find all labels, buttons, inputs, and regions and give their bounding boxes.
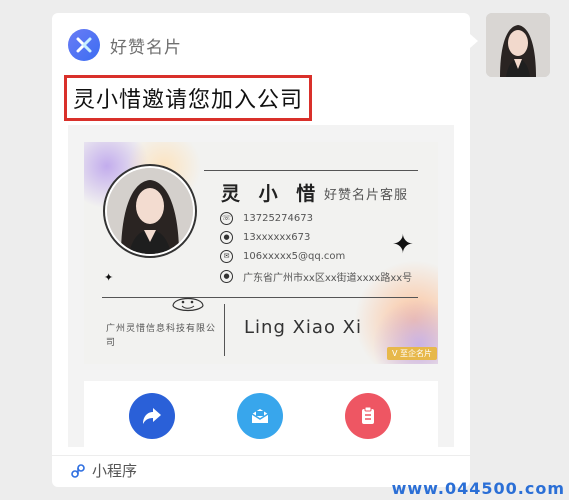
app-header: 好赞名片 [68,29,182,61]
card-person-name: 灵 小 惜 [221,183,322,205]
mail-button[interactable] [237,393,283,439]
mini-program-footer[interactable]: 小程序 [70,460,137,481]
app-logo-icon [68,29,100,61]
location-pin-icon: ● [220,270,233,283]
wechat-icon: ● [220,231,233,244]
sparkle-icon: ✦ [392,230,414,260]
envelope-icon [251,409,269,423]
divider [204,170,418,171]
clipboard-icon [362,406,374,424]
sender-avatar[interactable] [486,13,550,77]
app-name: 好赞名片 [110,37,182,58]
bubble-arrow [470,34,478,48]
profile-photo-frame [103,164,197,258]
card-preview[interactable]: 灵 小 惜 好赞名片客服 ☏ 13725274673 ● 13xxxxxx673… [68,125,454,447]
brand-badge: V 至企名片 [387,347,438,360]
wechat-row: ● 13xxxxxx673 [220,231,310,244]
email-icon: ✉ [220,250,233,263]
address-value: 广东省广州市xx区xx街道xxxx路xx号 [243,273,413,284]
card-person-role: 好赞名片客服 [324,188,409,203]
company-name: 广州灵惜信息科技有限公司 [106,324,217,348]
invite-title: 灵小惜邀请您加入公司 [64,75,313,121]
shared-card-message[interactable]: 好赞名片 灵小惜邀请您加入公司 灵 小 惜 好赞名片客服 ☏ 137252746… [52,13,470,487]
sparkle-icon: ✦ [104,271,114,284]
pinyin-name: Ling Xiao Xi [244,317,363,338]
email-row: ✉ 106xxxxx5@qq.com [220,250,345,263]
share-button[interactable] [129,393,175,439]
wechat-value: 13xxxxxx673 [243,232,311,243]
share-arrow-icon [143,408,161,424]
divider [102,297,418,298]
action-bar [84,381,438,447]
phone-icon: ☏ [220,212,233,225]
phone-value: 13725274673 [243,213,313,224]
profile-photo [107,168,193,254]
mini-program-label: 小程序 [92,462,138,480]
address-row: ● 广东省广州市xx区xx街道xxxx路xx号 [220,269,412,284]
phone-row: ☏ 13725274673 [220,212,313,225]
site-watermark: www.044500.com [391,479,565,498]
email-value: 106xxxxx5@qq.com [243,251,346,262]
divider [52,455,470,456]
mini-program-icon [71,463,85,478]
business-card: 灵 小 惜 好赞名片客服 ☏ 13725274673 ● 13xxxxxx673… [84,142,438,364]
divider [224,304,225,356]
smiley-icon [172,297,204,312]
save-button[interactable] [345,393,391,439]
